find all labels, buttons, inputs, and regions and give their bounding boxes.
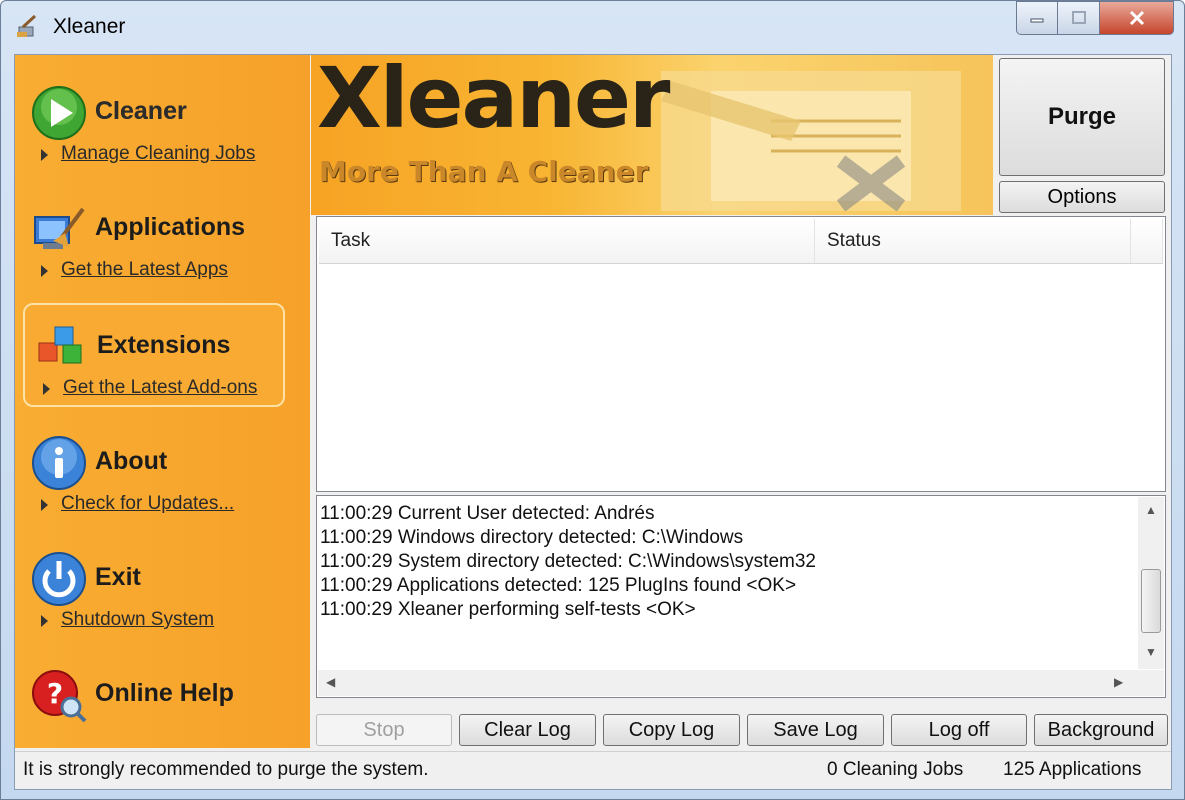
log-line: 11:00:29 Applications detected: 125 Plug… bbox=[320, 575, 797, 596]
caption-buttons bbox=[1016, 1, 1174, 35]
log-off-button[interactable]: Log off bbox=[891, 714, 1027, 746]
column-header-filler bbox=[1131, 219, 1163, 263]
sidebar-item-applications[interactable]: Applications Get the Latest Apps bbox=[23, 187, 285, 291]
copy-log-button[interactable]: Copy Log bbox=[603, 714, 740, 746]
window-title: Xleaner bbox=[53, 15, 126, 38]
log-lines: 11:00:29 Current User detected: Andrés 1… bbox=[320, 502, 1130, 622]
log-line: 11:00:29 Xleaner performing self-tests <… bbox=[320, 599, 696, 620]
background-button[interactable]: Background bbox=[1034, 714, 1168, 746]
shutdown-system-link[interactable]: Shutdown System bbox=[61, 609, 214, 631]
banner-tagline: More Than A Cleaner bbox=[319, 155, 649, 188]
sidebar-item-online-help[interactable]: ? Online Help bbox=[23, 653, 285, 745]
play-icon bbox=[32, 86, 86, 140]
column-header-task[interactable]: Task bbox=[319, 219, 815, 263]
clear-log-button[interactable]: Clear Log bbox=[459, 714, 596, 746]
column-header-status[interactable]: Status bbox=[815, 219, 1131, 263]
log-line: 11:00:29 Windows directory detected: C:\… bbox=[320, 527, 744, 548]
get-latest-addons-link[interactable]: Get the Latest Add-ons bbox=[63, 377, 257, 399]
save-log-button[interactable]: Save Log bbox=[747, 714, 884, 746]
sidebar-item-title: Applications bbox=[95, 213, 246, 241]
task-list[interactable]: Task Status bbox=[316, 216, 1166, 492]
sidebar-item-title: Exit bbox=[95, 563, 141, 591]
power-icon bbox=[32, 552, 86, 606]
extensions-cubes-icon bbox=[38, 326, 82, 364]
app-window: Xleaner Cleaner Manage Cleaning Jobs App… bbox=[0, 0, 1185, 800]
status-bar: It is strongly recommended to purge the … bbox=[15, 751, 1171, 789]
log-line: 11:00:29 Current User detected: Andrés bbox=[320, 503, 655, 524]
banner-document-graphic bbox=[661, 71, 961, 211]
status-applications: 125 Applications bbox=[1003, 759, 1142, 780]
help-icon: ? bbox=[32, 670, 87, 723]
sidebar-item-title: Cleaner bbox=[95, 97, 187, 125]
check-for-updates-link[interactable]: Check for Updates... bbox=[61, 493, 234, 515]
log-button-row: Stop Clear Log Copy Log Save Log Log off… bbox=[316, 714, 1168, 746]
manage-cleaning-jobs-link[interactable]: Manage Cleaning Jobs bbox=[61, 143, 255, 165]
sidebar-item-exit[interactable]: Exit Shutdown System bbox=[23, 537, 285, 641]
bullet-icon bbox=[41, 615, 48, 627]
purge-button[interactable]: Purge bbox=[999, 58, 1165, 176]
bullet-icon bbox=[43, 383, 50, 395]
sidebar-item-title: About bbox=[95, 447, 168, 475]
options-button[interactable]: Options bbox=[999, 181, 1165, 213]
vertical-scrollbar[interactable]: ▲ ▼ bbox=[1138, 497, 1164, 669]
scroll-right-icon[interactable]: ▶ bbox=[1114, 675, 1123, 689]
status-cleaning-jobs: 0 Cleaning Jobs bbox=[827, 759, 964, 780]
close-button[interactable] bbox=[1100, 1, 1174, 35]
banner-logo: Xleaner bbox=[317, 55, 670, 147]
minimize-button[interactable] bbox=[1016, 1, 1058, 35]
horizontal-scrollbar[interactable]: ◀ ▶ bbox=[318, 670, 1138, 696]
close-icon bbox=[1129, 10, 1144, 26]
bullet-icon bbox=[41, 499, 48, 511]
info-icon bbox=[32, 436, 86, 490]
scroll-down-icon[interactable]: ▼ bbox=[1145, 645, 1157, 659]
maximize-button[interactable] bbox=[1058, 1, 1100, 35]
log-box[interactable]: 11:00:29 Current User detected: Andrés 1… bbox=[316, 495, 1166, 698]
applications-icon bbox=[34, 207, 85, 249]
broom-app-icon bbox=[17, 14, 37, 37]
bullet-icon bbox=[41, 265, 48, 277]
header-divider bbox=[319, 263, 1163, 264]
title-bar[interactable]: Xleaner bbox=[1, 1, 1184, 53]
banner: Xleaner More Than A Cleaner bbox=[311, 55, 993, 215]
sidebar-item-cleaner[interactable]: Cleaner Manage Cleaning Jobs bbox=[23, 71, 285, 175]
get-latest-apps-link[interactable]: Get the Latest Apps bbox=[61, 259, 228, 281]
bullet-icon bbox=[41, 149, 48, 161]
sidebar-item-extensions[interactable]: Extensions Get the Latest Add-ons bbox=[23, 303, 285, 407]
maximize-icon bbox=[1071, 11, 1086, 24]
scroll-corner bbox=[1138, 670, 1164, 696]
sidebar: Cleaner Manage Cleaning Jobs Application… bbox=[15, 55, 310, 748]
client-area: Cleaner Manage Cleaning Jobs Application… bbox=[14, 54, 1172, 790]
sidebar-item-title: Online Help bbox=[95, 679, 234, 707]
status-message: It is strongly recommended to purge the … bbox=[23, 759, 429, 780]
minimize-icon bbox=[1030, 18, 1044, 23]
stop-button[interactable]: Stop bbox=[316, 714, 452, 746]
scroll-left-icon[interactable]: ◀ bbox=[326, 675, 335, 689]
scroll-up-icon[interactable]: ▲ bbox=[1145, 503, 1157, 517]
sidebar-item-title: Extensions bbox=[97, 331, 231, 359]
scrollbar-thumb[interactable] bbox=[1141, 569, 1161, 633]
log-line: 11:00:29 System directory detected: C:\W… bbox=[320, 551, 816, 572]
sidebar-item-about[interactable]: About Check for Updates... bbox=[23, 421, 285, 525]
